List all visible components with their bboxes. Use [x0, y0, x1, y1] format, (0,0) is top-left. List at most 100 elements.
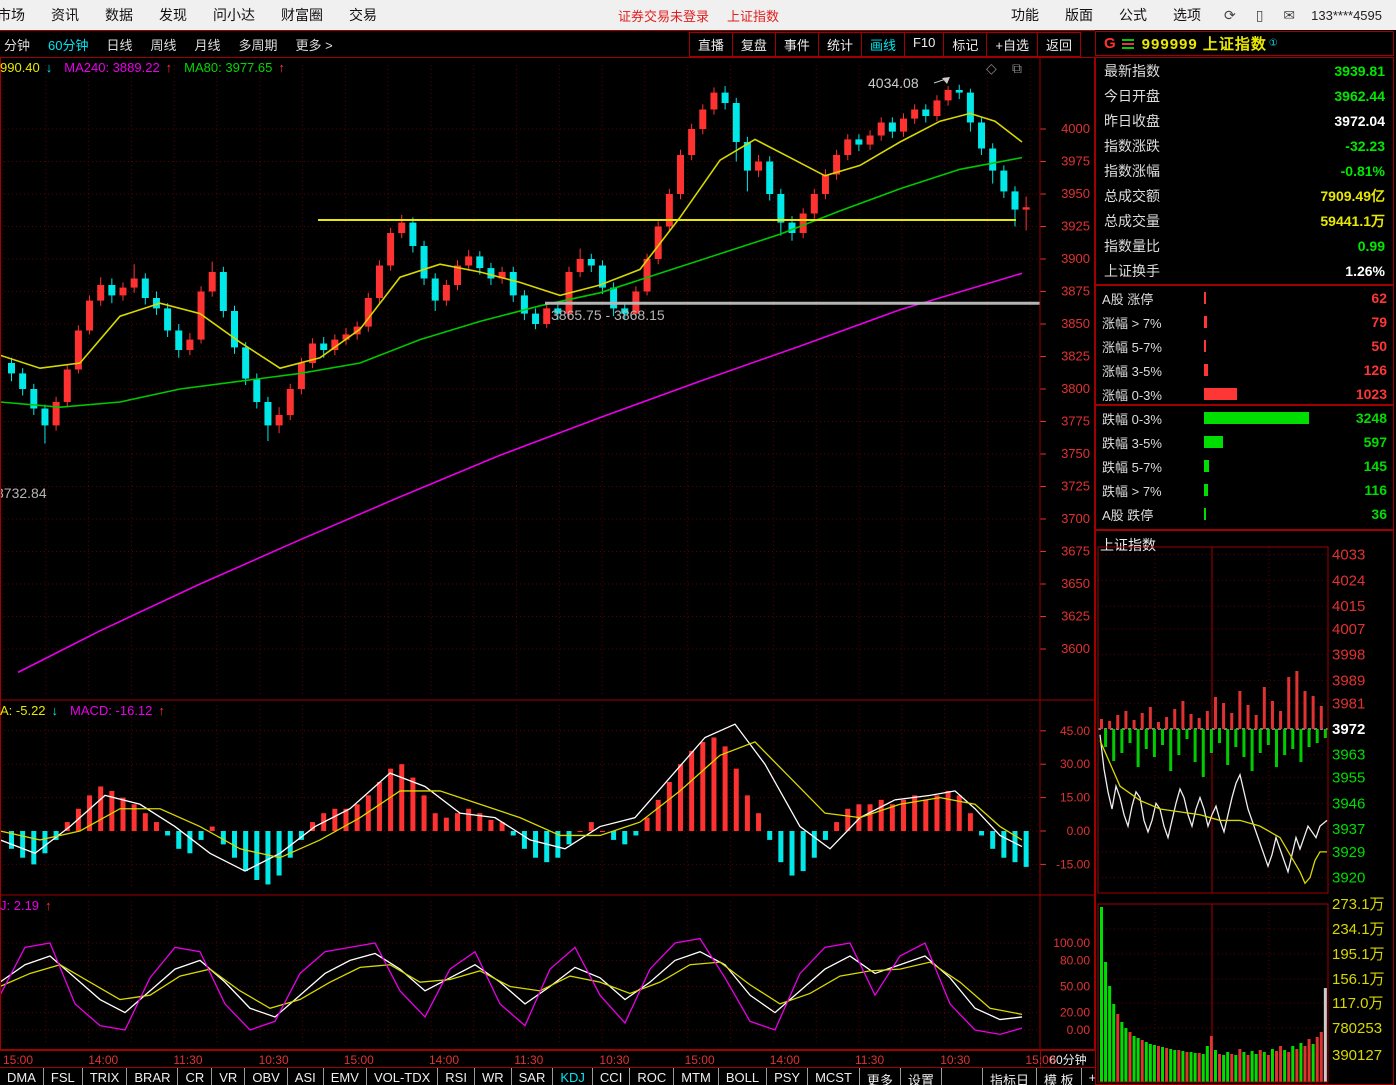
stat-row: 最新指数 3939.81	[1104, 62, 1385, 79]
intraday-mini-panel: 上证指数 4033 4024 4015 4007 3998 3989 3981 3972 396…	[1095, 530, 1394, 1085]
indicator-value-label: MACD: -16.12 ↑	[70, 703, 165, 718]
indicator-tab-BRAR[interactable]: BRAR	[127, 1068, 179, 1085]
menu-right-item-4[interactable]: 选项	[1160, 5, 1214, 25]
svg-text:3625: 3625	[1061, 609, 1090, 624]
indicator-tab-BOLL[interactable]: BOLL	[719, 1068, 768, 1085]
panel-toggle-icon[interactable]: ⧉	[1012, 60, 1022, 77]
trading-app-window: 市场 资讯 数据 发现 问小达 财富圈 交易 证券交易未登录 上证指数 功能 版面 公式 选项 ⟳…	[0, 0, 1396, 1085]
breadth-row: 涨幅 > 7% 79	[1102, 314, 1387, 331]
time-label-12: 15:00	[1025, 1053, 1056, 1067]
indicator-tab-VR[interactable]: VR	[212, 1068, 246, 1085]
indicator-tab-TRIX[interactable]: TRIX	[83, 1068, 128, 1085]
period-tab-周线[interactable]: 周线	[143, 35, 185, 54]
intraday-chart[interactable]: 4033 4024 4015 4007 3998 3989 3981 3972 3963 3955…	[1096, 531, 1393, 1084]
menu-right-item-2[interactable]: 版面	[1052, 5, 1106, 25]
menu-item-3[interactable]: 数据	[92, 5, 146, 25]
indicator-tab-VOL-TDX[interactable]: VOL-TDX	[367, 1068, 439, 1085]
svg-text:3775: 3775	[1061, 414, 1090, 429]
chart-button-返回[interactable]: 返回	[1036, 33, 1080, 56]
svg-text:3929: 3929	[1332, 844, 1365, 861]
period-tab-多周期[interactable]: 多周期	[231, 35, 286, 54]
chart-button-+自选[interactable]: +自选	[986, 33, 1037, 56]
indicator-value-label: A: -5.22 ↓	[0, 703, 59, 718]
chart-buttons: 直播 复盘 事件 统计 画线 F10 标记 +自选 返回	[688, 32, 1081, 57]
svg-text:3600: 3600	[1061, 641, 1090, 656]
breadth-row: A股 跌停 36	[1102, 506, 1387, 523]
svg-text:0.00: 0.00	[1067, 1023, 1091, 1037]
symbol-header[interactable]: G 999999 上证指数 ①	[1095, 31, 1394, 56]
svg-text:3946: 3946	[1332, 795, 1365, 812]
chart-button-画线[interactable]: 画线	[860, 33, 904, 56]
svg-text:3972: 3972	[1332, 721, 1365, 738]
menu-item-2[interactable]: 资讯	[38, 5, 92, 25]
indicator-tab-指标日[interactable]: 指标日	[983, 1068, 1037, 1085]
chart-button-统计[interactable]: 统计	[817, 33, 861, 56]
indicator-tab-MTM[interactable]: MTM	[674, 1068, 719, 1085]
menu-item-7[interactable]: 交易	[336, 5, 390, 25]
svg-text:3998: 3998	[1332, 647, 1365, 664]
svg-text:-15.00: -15.00	[1056, 857, 1090, 871]
period-tab-日线[interactable]: 日线	[98, 35, 140, 54]
svg-text:15.00: 15.00	[1060, 791, 1090, 805]
feedback-icon[interactable]: ⟳	[1224, 7, 1236, 24]
indicator-tab-OBV[interactable]: OBV	[245, 1068, 288, 1085]
decliners-box: 跌幅 0-3% 3248 跌幅 3-5% 597 跌幅 5-7% 145 跌幅 > 7% 11…	[1095, 405, 1394, 530]
svg-text:3963: 3963	[1332, 747, 1365, 764]
indicator-tab-CR[interactable]: CR	[178, 1068, 213, 1085]
menu-item-5[interactable]: 问小达	[200, 5, 268, 25]
indicator-tab-WR[interactable]: WR	[475, 1068, 512, 1085]
svg-text:4033: 4033	[1332, 547, 1365, 564]
indicator-tab-更多[interactable]: 更多	[860, 1068, 901, 1085]
svg-text:3732.84: 3732.84	[0, 485, 47, 501]
indicator-tab-PSY[interactable]: PSY	[767, 1068, 809, 1085]
indicator-tab-KDJ[interactable]: KDJ	[553, 1068, 593, 1085]
indicator-tab-MCST[interactable]: MCST	[808, 1068, 860, 1085]
svg-text:3955: 3955	[1332, 770, 1365, 787]
time-label-5: 14:00	[429, 1053, 460, 1067]
svg-text:3920: 3920	[1332, 870, 1365, 887]
chart-button-直播[interactable]: 直播	[690, 33, 732, 56]
stat-row: 今日开盘 3962.44	[1104, 87, 1385, 104]
period-tabs: 分钟 60分钟 日线 周线 月线 多周期 更多 >	[0, 35, 341, 54]
indicator-tab-FSL[interactable]: FSL	[44, 1068, 83, 1085]
indicator-tab-spacer[interactable]	[942, 1068, 983, 1085]
chart-button-复盘[interactable]: 复盘	[731, 33, 775, 56]
menu-item-1[interactable]: 市场	[0, 5, 38, 25]
indicator-tab-SAR[interactable]: SAR	[512, 1068, 554, 1085]
menu-right-item-1[interactable]: 功能	[998, 5, 1052, 25]
diamond-marker-icon[interactable]: ◇	[986, 60, 997, 77]
indicator-tab-ROC[interactable]: ROC	[630, 1068, 675, 1085]
indicator-tab-CCI[interactable]: CCI	[593, 1068, 631, 1085]
menu-item-6[interactable]: 财富圈	[268, 5, 336, 25]
svg-text:0.00: 0.00	[1067, 824, 1091, 838]
svg-text:45.00: 45.00	[1060, 724, 1090, 738]
period-tab-分钟[interactable]: 分钟	[0, 35, 38, 54]
indicator-tab-RSI[interactable]: RSI	[438, 1068, 475, 1085]
indicator-tab-模 板[interactable]: 模 板	[1037, 1068, 1082, 1085]
period-tab-更多 >[interactable]: 更多 >	[288, 35, 341, 54]
indicator-tab-EMV[interactable]: EMV	[324, 1068, 367, 1085]
time-label-2: 11:30	[173, 1053, 203, 1067]
period-tab-月线[interactable]: 月线	[187, 35, 229, 54]
menu-item-4[interactable]: 发现	[146, 5, 200, 25]
indicator-tab-DMA[interactable]: DMA	[0, 1068, 44, 1085]
chart-button-标记[interactable]: 标记	[943, 33, 986, 56]
alert-index-name[interactable]: 上证指数	[727, 6, 779, 25]
menu-right-item-3[interactable]: 公式	[1106, 5, 1160, 25]
period-tab-60分钟[interactable]: 60分钟	[40, 35, 96, 54]
user-phone-number[interactable]: 133****4595	[1311, 8, 1382, 23]
indicator-tab-设置[interactable]: 设置	[901, 1068, 942, 1085]
phone-icon[interactable]: ▯	[1256, 7, 1264, 24]
breadth-row: 跌幅 3-5% 597	[1102, 434, 1387, 451]
indicator-value-label: J: 2.19 ↑	[0, 898, 52, 913]
stat-row: 指数涨幅 -0.81%	[1104, 162, 1385, 179]
svg-text:3981: 3981	[1332, 695, 1365, 712]
indicator-tab-ASI[interactable]: ASI	[288, 1068, 324, 1085]
indicator-value-label: MA240: 3889.22 ↑	[64, 60, 173, 75]
candlestick-chart[interactable]: 4000 3975 3950 3925 3900 3875 3850 3825 3800 3775…	[0, 57, 1095, 1050]
mail-icon[interactable]: ✉	[1283, 7, 1295, 24]
stat-row: 总成交量 59441.1万	[1104, 212, 1385, 229]
chart-button-F10[interactable]: F10	[903, 33, 943, 56]
chart-button-事件[interactable]: 事件	[774, 33, 818, 56]
main-chart-window: 4000 3975 3950 3925 3900 3875 3850 3825 3800 3775…	[0, 57, 1095, 1050]
